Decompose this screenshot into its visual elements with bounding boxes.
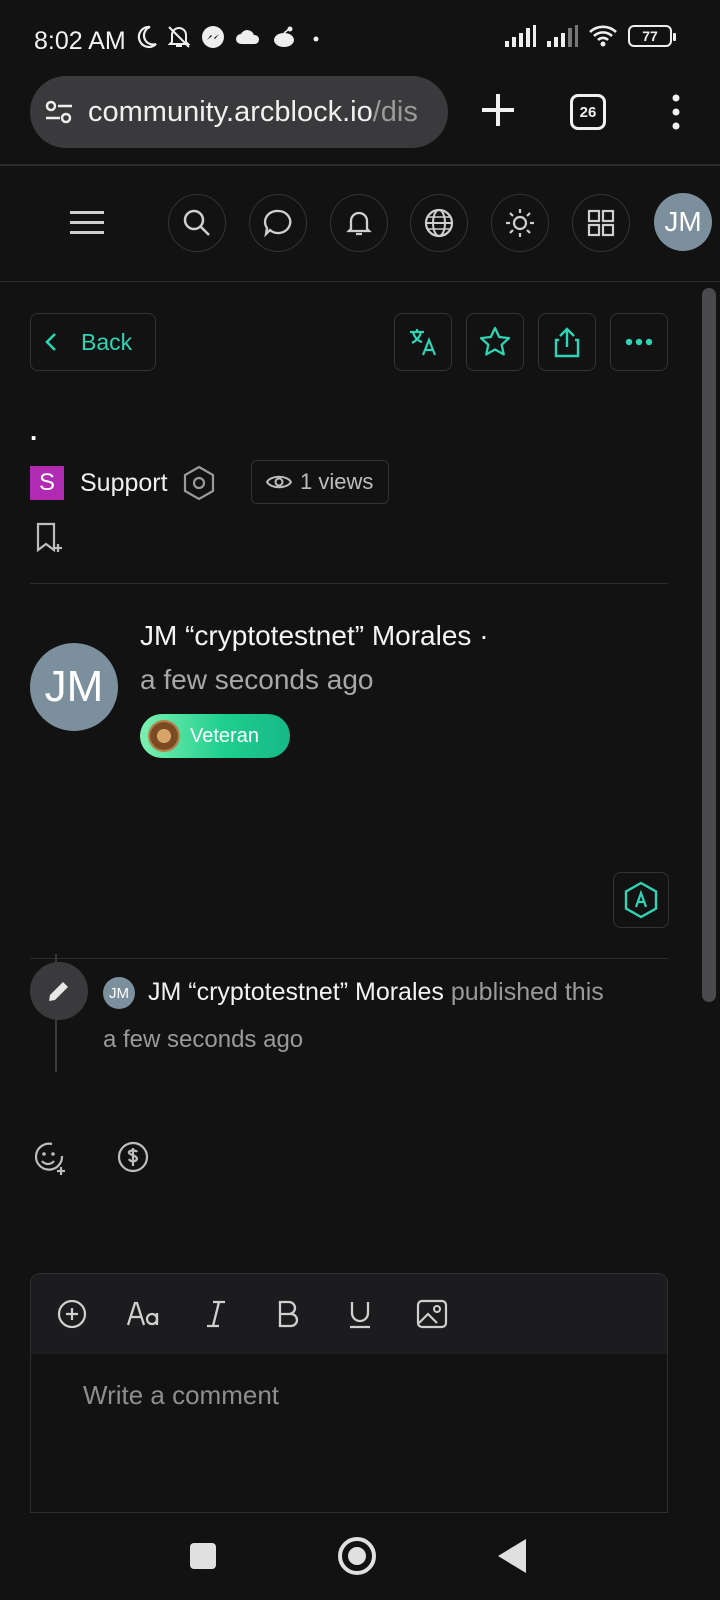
italic-button[interactable]	[197, 1295, 235, 1333]
timeline-timestamp: a few seconds ago	[103, 1026, 304, 1053]
url-text[interactable]: community.arcblock.io/dis	[88, 96, 418, 129]
views-label: 1 views	[300, 469, 374, 494]
user-avatar[interactable]: JM	[654, 193, 712, 251]
more-icon	[625, 338, 653, 346]
author-name[interactable]: JM “cryptotestnet” Morales ·	[140, 620, 489, 652]
signal-icon	[547, 25, 578, 47]
status-icons	[134, 24, 326, 50]
medal-icon	[148, 720, 180, 752]
post-title: .	[30, 416, 38, 446]
app-header: JM	[0, 166, 720, 282]
url-path: /dis	[372, 95, 418, 128]
divider	[30, 958, 668, 959]
moon-icon	[137, 25, 157, 49]
bell-icon	[346, 211, 372, 236]
apps-button[interactable]	[572, 194, 630, 252]
category-name[interactable]: Support	[80, 469, 168, 498]
messenger-icon	[202, 26, 224, 48]
category-row: S Support	[30, 463, 216, 503]
chat-icon	[263, 209, 292, 238]
star-icon	[479, 326, 511, 356]
url-domain: community.arcblock.io	[88, 95, 373, 128]
timeline-actor[interactable]: JM “cryptotestnet” Morales	[148, 978, 444, 1006]
chevron-left-icon	[45, 333, 56, 351]
translate-icon	[410, 329, 437, 356]
home-button[interactable]	[338, 1537, 376, 1575]
theme-button[interactable]	[491, 194, 549, 252]
bookmark-add-icon[interactable]	[34, 520, 66, 554]
site-settings-icon[interactable]	[44, 98, 74, 126]
underline-button[interactable]	[341, 1295, 379, 1333]
hexagon-settings-icon[interactable]	[182, 465, 216, 501]
post-timestamp: a few seconds ago	[140, 664, 374, 695]
font-size-button[interactable]	[125, 1295, 163, 1333]
back-button[interactable]: Back	[30, 313, 156, 371]
signal-icon	[505, 25, 536, 47]
comment-editor: Write a comment	[30, 1273, 668, 1513]
add-reaction-icon[interactable]	[32, 1140, 68, 1176]
edit-event-icon	[30, 962, 88, 1020]
veteran-badge[interactable]: Veteran	[140, 714, 290, 758]
share-button[interactable]	[538, 313, 596, 371]
editor-toolbar	[31, 1274, 667, 1354]
image-button[interactable]	[413, 1295, 451, 1333]
chat-button[interactable]	[249, 194, 307, 252]
divider	[30, 583, 668, 584]
bell-off-icon	[167, 26, 191, 48]
address-bar[interactable]: community.arcblock.io/dis	[30, 76, 448, 148]
cloud-icon	[236, 30, 260, 44]
reddit-icon	[274, 26, 294, 47]
views-counter: 1 views	[251, 460, 389, 504]
insert-button[interactable]	[53, 1295, 91, 1333]
divider	[0, 281, 720, 282]
search-button[interactable]	[168, 194, 226, 252]
share-icon	[554, 327, 580, 358]
bold-button[interactable]	[269, 1295, 307, 1333]
category-badge[interactable]: S	[30, 466, 64, 500]
new-tab-icon[interactable]	[476, 88, 520, 132]
font-size-icon	[126, 1301, 159, 1326]
tab-switcher-button[interactable]: 26	[570, 94, 606, 130]
scrollbar[interactable]	[702, 288, 716, 1002]
back-label: Back	[81, 328, 133, 355]
dot-icon	[313, 36, 319, 42]
back-nav-button[interactable]	[498, 1539, 526, 1573]
apps-icon	[587, 209, 615, 237]
eye-icon	[266, 475, 292, 489]
bold-icon	[278, 1300, 299, 1328]
status-bar: 8:02 AM 77	[0, 0, 720, 78]
globe-icon	[424, 208, 454, 238]
italic-icon	[207, 1300, 225, 1328]
ai-hexagon-icon	[624, 881, 658, 919]
timeline-avatar[interactable]: JM	[103, 977, 135, 1009]
tip-dollar-icon[interactable]	[116, 1140, 150, 1174]
wifi-icon	[589, 25, 617, 47]
timeline-event: JM “cryptotestnet” Morales published thi…	[148, 978, 604, 1007]
browser-toolbar: community.arcblock.io/dis 26	[0, 76, 720, 164]
add-icon	[57, 1299, 87, 1329]
translate-button[interactable]	[394, 313, 452, 371]
comment-input[interactable]: Write a comment	[83, 1380, 279, 1411]
more-button[interactable]	[610, 313, 668, 371]
image-icon	[416, 1299, 448, 1329]
badge-label: Veteran	[190, 724, 259, 747]
underline-icon	[350, 1302, 370, 1329]
timeline-action: published this	[443, 978, 604, 1006]
system-nav-bar	[0, 1513, 720, 1600]
favorite-button[interactable]	[466, 313, 524, 371]
recents-button[interactable]	[190, 1543, 216, 1569]
search-icon	[183, 209, 210, 236]
status-time: 8:02 AM	[34, 27, 126, 55]
browser-menu-icon[interactable]	[664, 90, 688, 134]
battery-icon: 77	[628, 25, 676, 47]
pencil-icon	[49, 982, 68, 1001]
author-avatar[interactable]: JM	[30, 643, 118, 731]
language-button[interactable]	[410, 194, 468, 252]
ai-assistant-button[interactable]	[613, 872, 669, 928]
status-right: 77	[504, 24, 676, 48]
menu-icon[interactable]	[70, 210, 104, 236]
sun-icon	[506, 209, 534, 237]
notifications-button[interactable]	[330, 194, 388, 252]
